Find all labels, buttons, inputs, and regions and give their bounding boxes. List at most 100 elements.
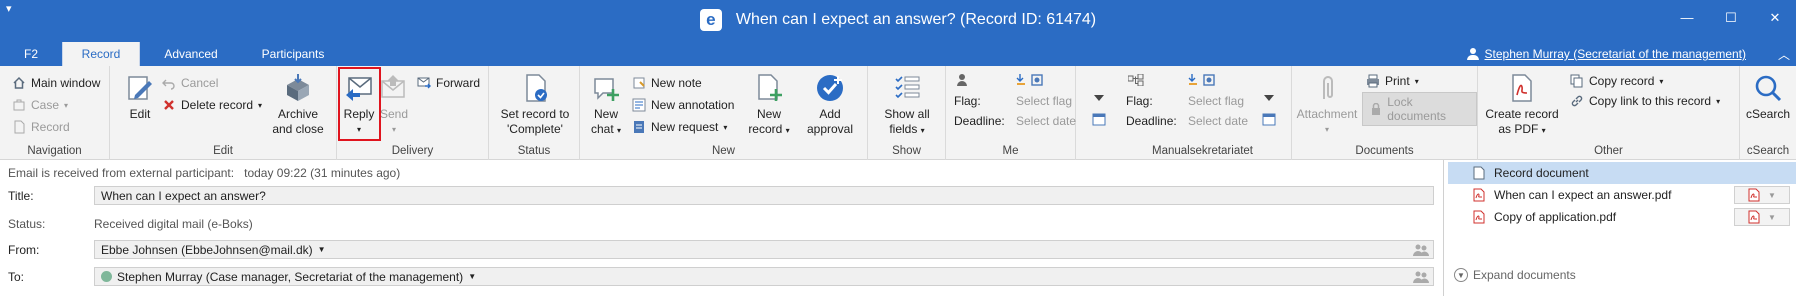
from-field[interactable]: Ebbe Johnsen (EbbeJohnsen@mail.dk) ▼ — [94, 240, 1434, 259]
send-icon — [378, 72, 410, 104]
set-complete-button[interactable]: Set record to 'Complete' — [493, 72, 577, 137]
new-record-button[interactable]: New record ▾ — [744, 72, 794, 138]
user-name: Stephen Murray (Secretariat of the manag… — [1484, 47, 1746, 61]
group-other: Create record as PDF ▾ Copy record ▾ Cop… — [1478, 66, 1740, 160]
csearch-button[interactable]: cSearch — [1742, 72, 1794, 122]
group-label-status: Status — [517, 145, 551, 157]
send-button[interactable]: Send ▾ — [377, 72, 411, 137]
copy-link-button[interactable]: Copy link to this record ▾ — [1570, 94, 1720, 108]
group-new: New chat ▾ New note New annotation New r… — [580, 66, 868, 160]
document-item-pdf[interactable]: When can I expect an answer.pdf ▼ — [1448, 184, 1796, 206]
document-item-record[interactable]: Record document — [1448, 162, 1796, 184]
from-dropdown-icon[interactable]: ▼ — [318, 245, 326, 254]
document-icon — [1472, 166, 1486, 180]
list-icon — [891, 72, 923, 104]
maximize-button[interactable]: ☐ — [1724, 10, 1738, 26]
attachment-button[interactable]: Attachment ▾ — [1294, 72, 1360, 137]
group-label-edit: Edit — [213, 145, 233, 157]
manual-calendar-icon[interactable] — [1262, 112, 1276, 126]
delete-icon — [162, 98, 176, 112]
team-icon — [1128, 74, 1144, 86]
cancel-button[interactable]: Cancel — [162, 76, 218, 90]
tab-f2[interactable]: F2 — [0, 42, 62, 66]
manual-select-date[interactable]: Select date — [1188, 114, 1248, 128]
group-manual: Flag: Deadline: Select flag Select date … — [1114, 66, 1292, 160]
tab-advanced[interactable]: Advanced — [140, 42, 242, 66]
ribbon: Main window Case ▾ Record Navigation Edi… — [0, 66, 1796, 160]
document-item-pdf[interactable]: Copy of application.pdf ▼ — [1448, 206, 1796, 228]
forward-button[interactable]: Forward — [417, 76, 480, 90]
to-field[interactable]: Stephen Murray (Case manager, Secretaria… — [94, 267, 1434, 286]
tab-participants[interactable]: Participants — [242, 42, 344, 66]
add-approval-button[interactable]: Add approval — [802, 72, 858, 137]
me-flag-dropdown-icon[interactable] — [1094, 94, 1104, 102]
print-button[interactable]: Print ▾ — [1366, 74, 1419, 88]
minimize-button[interactable]: — — [1680, 10, 1694, 26]
app-logo: e — [699, 9, 722, 31]
chevron-down-icon: ▼ — [1454, 268, 1468, 282]
group-label-show: Show — [892, 145, 921, 157]
participants-icon[interactable] — [1413, 271, 1429, 286]
search-icon — [1752, 72, 1784, 104]
edit-button[interactable]: Edit — [120, 72, 160, 122]
group-csearch: cSearch cSearch — [1740, 66, 1796, 160]
new-annotation-button[interactable]: New annotation — [632, 98, 734, 112]
participants-icon[interactable] — [1413, 244, 1429, 259]
status-label: Status: — [8, 217, 46, 231]
title-label: Title: — [8, 189, 34, 203]
to-dropdown-icon[interactable]: ▼ — [468, 272, 476, 281]
pdf-options-dropdown[interactable]: ▼ — [1734, 208, 1790, 226]
me-select-date[interactable]: Select date — [1016, 114, 1076, 128]
status-dot-icon — [101, 271, 112, 282]
tabs-row: F2 Record Advanced Participants Stephen … — [0, 42, 1796, 66]
manual-flag-label: Flag: — [1126, 94, 1153, 108]
reply-highlight-box — [338, 67, 381, 141]
new-document-icon — [753, 72, 785, 104]
document-check-icon — [519, 72, 551, 104]
manual-deadline-label: Deadline: — [1126, 114, 1177, 128]
group-label-documents: Documents — [1355, 145, 1414, 157]
me-calendar-icon[interactable] — [1092, 112, 1106, 126]
manual-flag-dropdown-icon[interactable] — [1264, 94, 1274, 102]
group-show: Show all fields ▾ Show — [868, 66, 946, 160]
delete-record-button[interactable]: Delete record ▾ — [162, 98, 262, 112]
paperclip-icon — [1311, 72, 1343, 104]
user-link[interactable]: Stephen Murray (Secretariat of the manag… — [1466, 47, 1746, 61]
manual-flag-icons — [1188, 74, 1218, 86]
forward-icon — [417, 76, 431, 90]
group-label-other: Other — [1594, 145, 1623, 157]
collapse-ribbon-icon[interactable]: ︿ — [1778, 46, 1790, 63]
lock-documents-button[interactable]: Lock documents — [1362, 92, 1477, 126]
create-pdf-button[interactable]: Create record as PDF ▾ — [1482, 72, 1562, 138]
record-content: Email is received from external particip… — [0, 160, 1796, 296]
group-documents: Attachment ▾ Print ▾ Lock documents Docu… — [1292, 66, 1478, 160]
expand-documents-button[interactable]: ▼ Expand documents — [1454, 268, 1576, 282]
chat-icon — [590, 72, 622, 104]
tab-record[interactable]: Record — [62, 42, 140, 66]
pdf-document-icon — [1506, 72, 1538, 104]
status-value: Received digital mail (e-Boks) — [94, 217, 253, 231]
new-note-button[interactable]: New note — [632, 76, 702, 90]
case-button[interactable]: Case ▾ — [12, 98, 68, 112]
new-chat-button[interactable]: New chat ▾ — [588, 72, 624, 138]
received-info: Email is received from external particip… — [8, 166, 401, 180]
user-icon — [1466, 48, 1479, 60]
manual-select-flag[interactable]: Select flag — [1188, 94, 1244, 108]
group-status: Set record to 'Complete' Status — [489, 66, 580, 160]
new-request-button[interactable]: New request ▾ — [632, 120, 727, 134]
main-window-button[interactable]: Main window — [12, 76, 100, 90]
copy-record-button[interactable]: Copy record ▾ — [1570, 74, 1663, 88]
pdf-options-dropdown[interactable]: ▼ — [1734, 186, 1790, 204]
title-field[interactable]: When can I expect an answer? — [94, 186, 1434, 205]
record-nav-button[interactable]: Record — [12, 120, 70, 134]
group-label-navigation: Navigation — [27, 145, 82, 157]
group-label-csearch: cSearch — [1746, 145, 1790, 157]
me-select-flag[interactable]: Select flag — [1016, 94, 1072, 108]
group-me: Flag: Deadline: Select flag Select date … — [946, 66, 1076, 160]
to-label: To: — [8, 270, 25, 284]
close-button[interactable]: ✕ — [1768, 10, 1782, 26]
me-deadline-label: Deadline: — [954, 114, 1005, 128]
archive-close-button[interactable]: Archive and close — [268, 72, 328, 137]
note-icon — [632, 76, 646, 90]
show-all-fields-button[interactable]: Show all fields ▾ — [876, 72, 938, 138]
